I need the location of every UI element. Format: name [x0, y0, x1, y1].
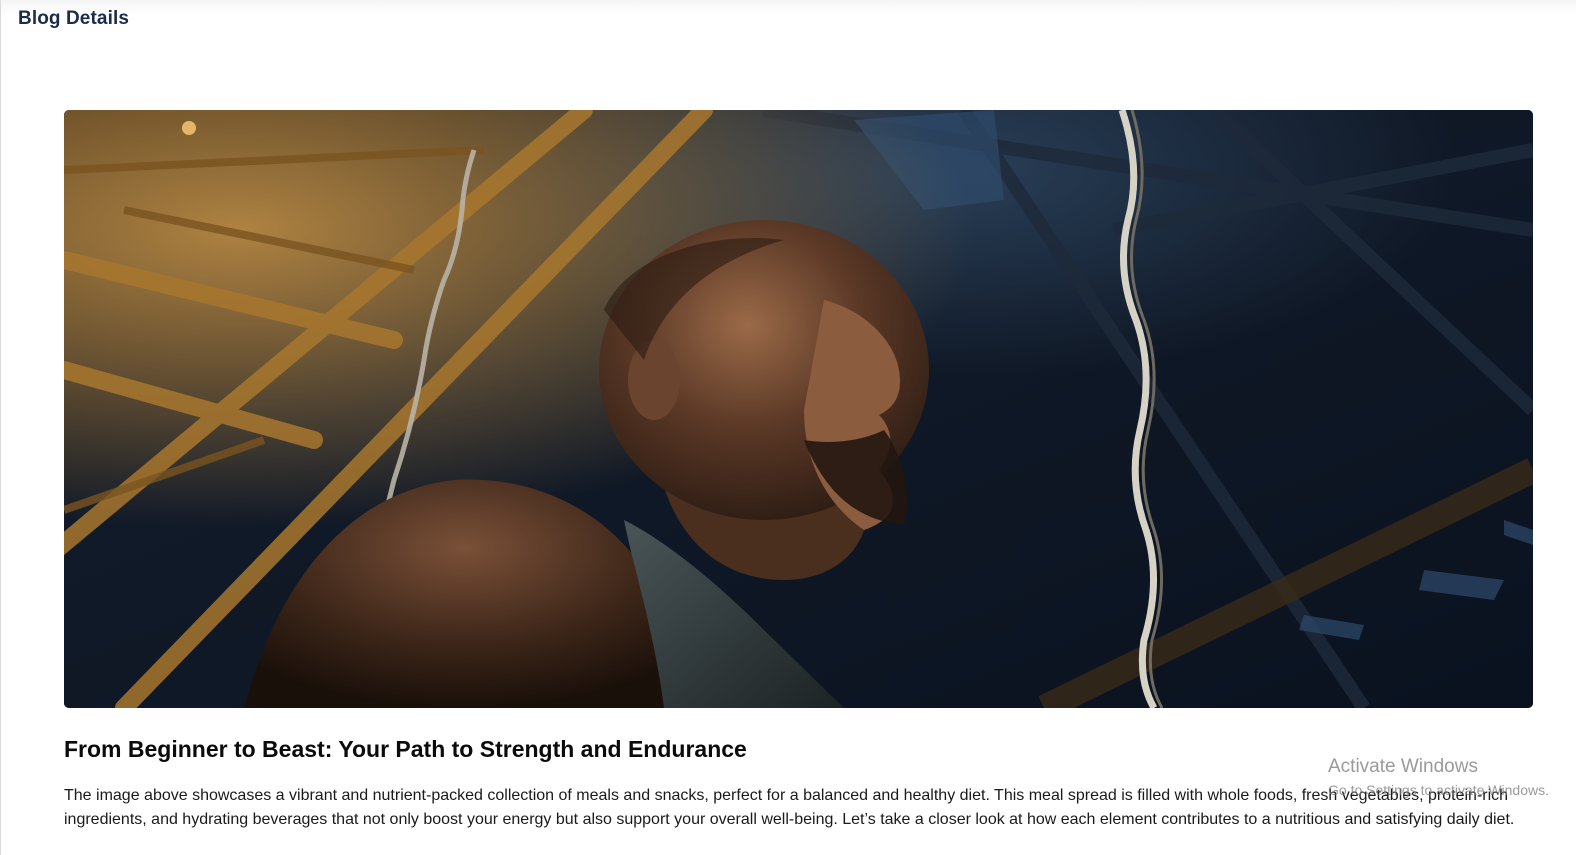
- blog-details-page: Blog Details From Beginner to Beast: You…: [0, 0, 1576, 855]
- blog-hero-image: [64, 110, 1533, 708]
- article-title: From Beginner to Beast: Your Path to Str…: [64, 736, 747, 762]
- article-body: The image above showcases a vibrant and …: [64, 787, 1515, 828]
- watermark-title: Activate Windows: [1328, 756, 1478, 777]
- page-title: Blog Details: [18, 8, 129, 29]
- top-bar: Blog Details: [1, 0, 1576, 44]
